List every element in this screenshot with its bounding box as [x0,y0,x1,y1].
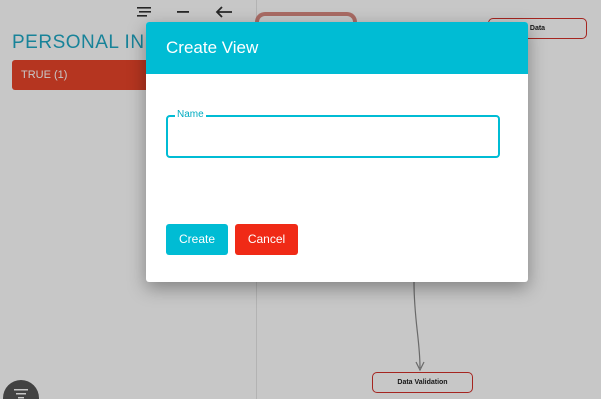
create-view-dialog: Create View Name Create Cancel [146,22,528,282]
cancel-button[interactable]: Cancel [235,224,298,255]
name-field: Name [166,109,500,158]
name-input[interactable] [168,117,498,156]
app-screen: PERSONAL INFOR TRUE (1) Data Data Valida… [0,0,601,399]
dialog-title: Create View [146,22,528,74]
name-field-label: Name [175,109,206,121]
create-button[interactable]: Create [166,224,228,255]
